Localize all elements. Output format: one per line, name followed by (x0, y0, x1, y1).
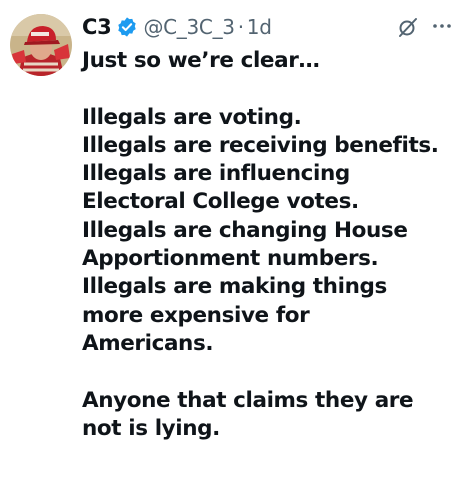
more-options-icon[interactable] (428, 14, 456, 38)
tweet-header: C3 @C_3C_3 · 1d (82, 12, 272, 42)
tweet-text: Just so we’re clear… Illegals are voting… (82, 47, 462, 443)
author-handle[interactable]: @C_3C_3 (143, 15, 235, 39)
grok-icon[interactable] (397, 16, 419, 38)
verified-badge-icon (116, 16, 138, 38)
post-time[interactable]: 1d (247, 15, 272, 39)
tweet-text-line: Americans. (82, 330, 214, 356)
tweet-text-line: Illegals are making things (82, 274, 387, 300)
tweet-text-line: Illegals are changing House (82, 217, 408, 243)
tweet-text-line: Electoral College votes. (82, 189, 359, 215)
tweet-text-line: Just so we’re clear… (82, 48, 320, 73)
tweet-text-line: Anyone that claims they are (82, 387, 414, 413)
tweet-text-line: more expensive for (82, 302, 310, 328)
tweet-text-line: Illegals are influencing (82, 161, 350, 187)
tweet-text-line: Illegals are voting. (82, 104, 302, 130)
tweet-text-line: Illegals are receiving benefits. (82, 132, 439, 158)
author-display-name[interactable]: C3 (82, 15, 112, 39)
tweet-text-line: Apportionment numbers. (82, 246, 379, 272)
tweet-text-line: not is lying. (82, 415, 220, 441)
separator-dot: · (237, 15, 244, 39)
avatar[interactable] (10, 14, 72, 76)
